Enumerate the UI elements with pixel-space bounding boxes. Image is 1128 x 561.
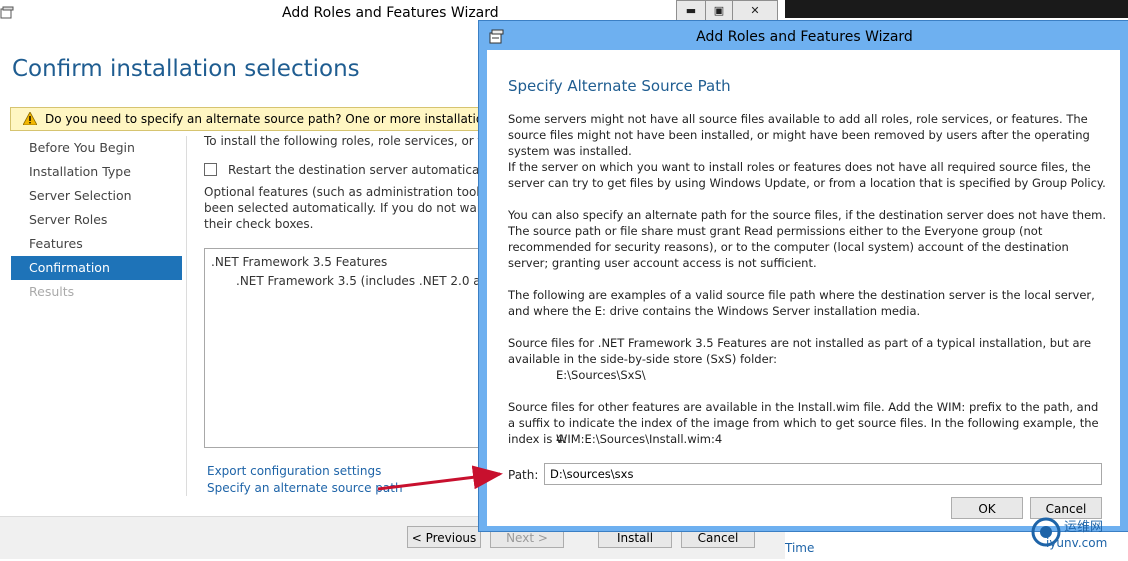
path-label: Path: <box>508 468 539 482</box>
alternate-source-dialog: Add Roles and Features Wizard Specify Al… <box>478 20 1128 532</box>
watermark-title: 运维网 <box>1064 520 1104 535</box>
content-divider <box>186 136 187 496</box>
maximize-icon: ▣ <box>713 4 725 17</box>
nav-item-server-selection[interactable]: Server Selection <box>11 184 182 208</box>
optional-features-text: been selected automatically. If you do n… <box>204 201 520 215</box>
wim-example-path: WIM:E:\Sources\Install.wim:4 <box>556 432 723 446</box>
dialog-paragraph: Source files for .NET Framework 3.5 Feat… <box>508 336 1092 366</box>
minimize-icon: ▬ <box>685 4 697 17</box>
restart-checkbox[interactable] <box>204 163 217 176</box>
page-heading: Confirm installation selections <box>12 56 360 82</box>
path-input[interactable] <box>544 463 1102 485</box>
sxs-example-path: E:\Sources\SxS\ <box>556 368 646 382</box>
ok-button[interactable]: OK <box>951 497 1023 519</box>
dialog-paragraph: If the server on which you want to insta… <box>508 160 1106 190</box>
dialog-title: Add Roles and Features Wizard <box>696 29 913 45</box>
export-configuration-link[interactable]: Export configuration settings <box>207 464 381 478</box>
nav-item-before-you-begin[interactable]: Before You Begin <box>11 136 182 160</box>
dialog-paragraph: You can also specify an alternate path f… <box>508 208 1107 270</box>
dialog-paragraph: The following are examples of a valid so… <box>508 288 1095 318</box>
site-watermark: 运维网 iyunv.com <box>1020 512 1128 558</box>
wizard-nav: Before You Begin Installation Type Serve… <box>11 136 182 304</box>
warning-icon <box>22 111 38 128</box>
optional-features-text: Optional features (such as administratio… <box>204 185 525 199</box>
wizard-app-icon <box>0 6 14 23</box>
warning-text: Do you need to specify an alternate sour… <box>45 112 481 126</box>
background-time-label: Time <box>785 541 815 555</box>
previous-button[interactable]: < Previous <box>407 526 481 548</box>
nav-item-confirmation[interactable]: Confirmation <box>11 256 182 280</box>
warning-bar: Do you need to specify an alternate sour… <box>10 107 486 131</box>
nav-item-features[interactable]: Features <box>11 232 182 256</box>
nav-item-server-roles[interactable]: Server Roles <box>11 208 182 232</box>
nav-item-results: Results <box>29 284 75 299</box>
dialog-heading: Specify Alternate Source Path <box>508 77 731 95</box>
nav-item-installation-type[interactable]: Installation Type <box>11 160 182 184</box>
list-item: .NET Framework 3.5 Features <box>211 255 388 269</box>
optional-features-text: their check boxes. <box>204 217 314 231</box>
close-icon: ✕ <box>750 4 760 17</box>
alternate-source-path-link[interactable]: Specify an alternate source path <box>207 481 403 495</box>
dialog-client-area: Specify Alternate Source Path Some serve… <box>487 50 1120 526</box>
selection-list[interactable]: .NET Framework 3.5 Features .NET Framewo… <box>204 248 519 448</box>
restart-checkbox-label: Restart the destination server automatic… <box>228 163 521 177</box>
background-dark-strip <box>785 0 1128 18</box>
dialog-paragraph: Some servers might not have all source f… <box>508 112 1090 158</box>
main-window-title: Add Roles and Features Wizard <box>282 5 499 21</box>
install-intro-text: To install the following roles, role ser… <box>204 134 521 148</box>
list-item: .NET Framework 3.5 (includes .NET 2.0 an… <box>236 274 519 288</box>
watermark-url: iyunv.com <box>1046 536 1108 550</box>
